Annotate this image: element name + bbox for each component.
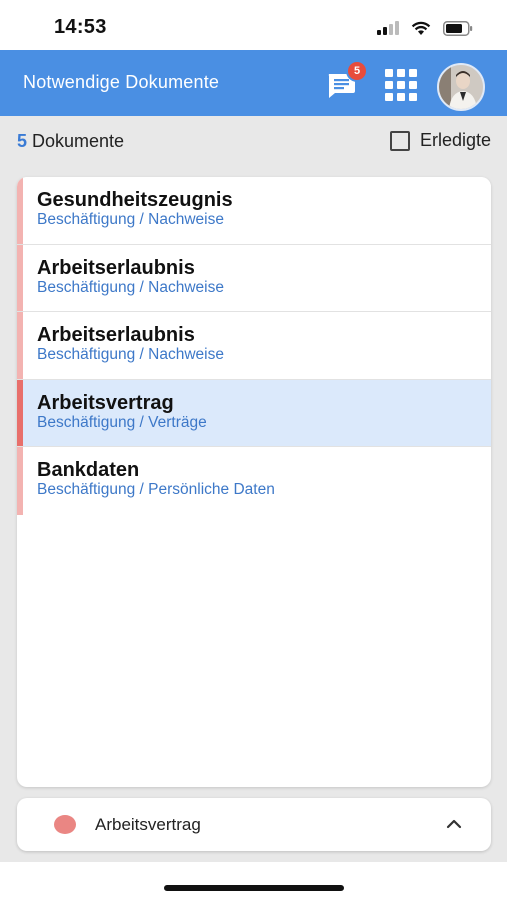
document-item-arbeitserlaubnis-1[interactable]: Arbeitserlaubnis Beschäftigung / Nachwei… [17, 244, 491, 312]
status-indicator [17, 312, 23, 379]
done-filter-checkbox[interactable] [389, 130, 410, 151]
app-header: Notwendige Dokumente 5 [0, 50, 507, 116]
cellular-signal-icon [377, 21, 399, 35]
status-indicator [17, 379, 23, 446]
selected-document-bar[interactable]: Arbeitsvertrag [17, 798, 491, 851]
document-item-bankdaten[interactable]: Bankdaten Beschäftigung / Persönliche Da… [17, 447, 491, 515]
document-category: Beschäftigung / Nachweise [37, 211, 224, 228]
document-title: Arbeitsvertrag [37, 391, 174, 414]
document-title: Arbeitserlaubnis [37, 256, 195, 279]
document-count-number: 5 [17, 131, 28, 151]
document-list: Gesundheitszeugnis Beschäftigung / Nachw… [17, 177, 491, 787]
document-title: Arbeitserlaubnis [37, 324, 195, 346]
document-count-label: Dokumente [32, 131, 125, 151]
document-item-arbeitsvertrag[interactable]: Arbeitsvertrag Beschäftigung / Verträge [17, 379, 491, 447]
document-title: Bankdaten [37, 459, 140, 481]
selected-document-label: Arbeitsvertrag [95, 815, 201, 834]
document-category: Beschäftigung / Nachweise [37, 278, 224, 296]
user-photo [439, 65, 483, 109]
document-category: Beschäftigung / Verträge [37, 413, 207, 431]
apps-button[interactable] [384, 68, 418, 102]
status-indicator [17, 244, 23, 311]
status-icons [377, 18, 473, 38]
document-item-arbeitserlaubnis-2[interactable]: Arbeitserlaubnis Beschäftigung / Nachwei… [17, 312, 491, 380]
user-avatar[interactable] [437, 63, 485, 111]
document-title: Gesundheitszeugnis [37, 189, 233, 211]
chevron-up-icon[interactable] [445, 815, 463, 833]
wifi-icon [411, 21, 431, 35]
document-count: 5 Dokumente [17, 131, 124, 152]
notification-badge: 5 [346, 60, 368, 82]
content-area: 5 Dokumente Erledigte Gesundheitszeugnis … [0, 116, 507, 862]
status-indicator [17, 447, 23, 515]
done-filter-label: Erledigte [419, 130, 491, 150]
document-category: Beschäftigung / Nachweise [37, 346, 224, 363]
document-category: Beschäftigung / Persönliche Daten [37, 481, 275, 498]
status-dot [54, 815, 76, 834]
status-time: 14:53 [54, 16, 107, 38]
home-indicator[interactable] [164, 885, 344, 891]
status-indicator [17, 177, 23, 244]
battery-icon [443, 20, 473, 36]
document-item-gesundheitszeugnis[interactable]: Gesundheitszeugnis Beschäftigung / Nachw… [17, 177, 491, 245]
page-title: Notwendige Dokumente [23, 72, 220, 92]
done-filter-toggle[interactable]: Erledigte [389, 130, 491, 151]
home-area [0, 862, 507, 900]
status-bar: 14:53 [0, 0, 507, 50]
